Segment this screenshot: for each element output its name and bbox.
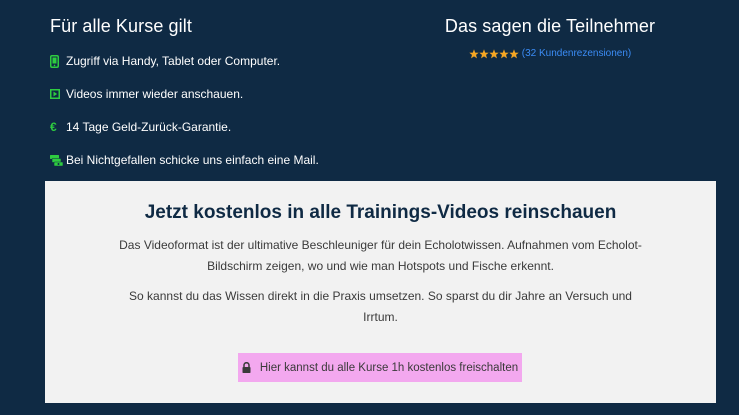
- info-section: Für alle Kurse gilt Zugriff via Handy, T…: [0, 0, 739, 181]
- mobile-icon: [50, 53, 66, 69]
- benefits-heading: Für alle Kurse gilt: [50, 16, 192, 36]
- star-rating: [469, 48, 519, 59]
- benefit-text: Videos immer wieder anschauen.: [66, 87, 244, 101]
- benefit-text: Bei Nichtgefallen schicke uns einfach ei…: [66, 153, 319, 167]
- euro-icon: €: [50, 120, 57, 134]
- panel-description-2: So kannst du das Wissen direkt in die Pr…: [129, 289, 632, 324]
- testimonials-heading: Das sagen die Teilnehmer: [444, 16, 656, 36]
- panel-title: Jetzt kostenlos in alle Trainings-Videos…: [144, 202, 617, 223]
- star-icon: [509, 48, 519, 58]
- benefit-text: Zugriff via Handy, Tablet oder Computer.: [66, 54, 281, 68]
- benefits-list: Zugriff via Handy, Tablet oder Computer.…: [50, 52, 410, 169]
- star-icon: [469, 48, 479, 58]
- benefit-item-mail: Bei Nichtgefallen schicke uns einfach ei…: [50, 151, 410, 169]
- benefit-item-devices: Zugriff via Handy, Tablet oder Computer.: [50, 52, 410, 70]
- money-icon: [50, 152, 66, 168]
- play-icon: [50, 86, 66, 102]
- star-icon: [479, 48, 489, 58]
- unlock-courses-button[interactable]: Hier kannst du alle Kurse 1h kostenlos f…: [238, 353, 522, 382]
- reviews-link[interactable]: (32 Kundenrezensionen): [522, 48, 632, 59]
- course-benefits: Für alle Kurse gilt Zugriff via Handy, T…: [50, 14, 410, 184]
- panel-description: Das Videoformat ist der ultimative Besch…: [119, 238, 642, 273]
- unlock-courses-label: Hier kannst du alle Kurse 1h kostenlos f…: [259, 361, 519, 374]
- lock-icon: [242, 362, 251, 373]
- testimonials: Das sagen die Teilnehmer (32 Kundenrezen…: [440, 14, 660, 59]
- star-icon: [499, 48, 509, 58]
- free-preview-panel: Jetzt kostenlos in alle Trainings-Videos…: [45, 181, 716, 403]
- rating-summary: (32 Kundenrezensionen): [440, 48, 660, 59]
- star-icon: [489, 48, 499, 58]
- benefit-text: 14 Tage Geld-Zurück-Garantie.: [66, 120, 232, 134]
- benefit-item-replay: Videos immer wieder anschauen.: [50, 85, 410, 103]
- benefit-item-guarantee: € 14 Tage Geld-Zurück-Garantie.: [50, 118, 410, 136]
